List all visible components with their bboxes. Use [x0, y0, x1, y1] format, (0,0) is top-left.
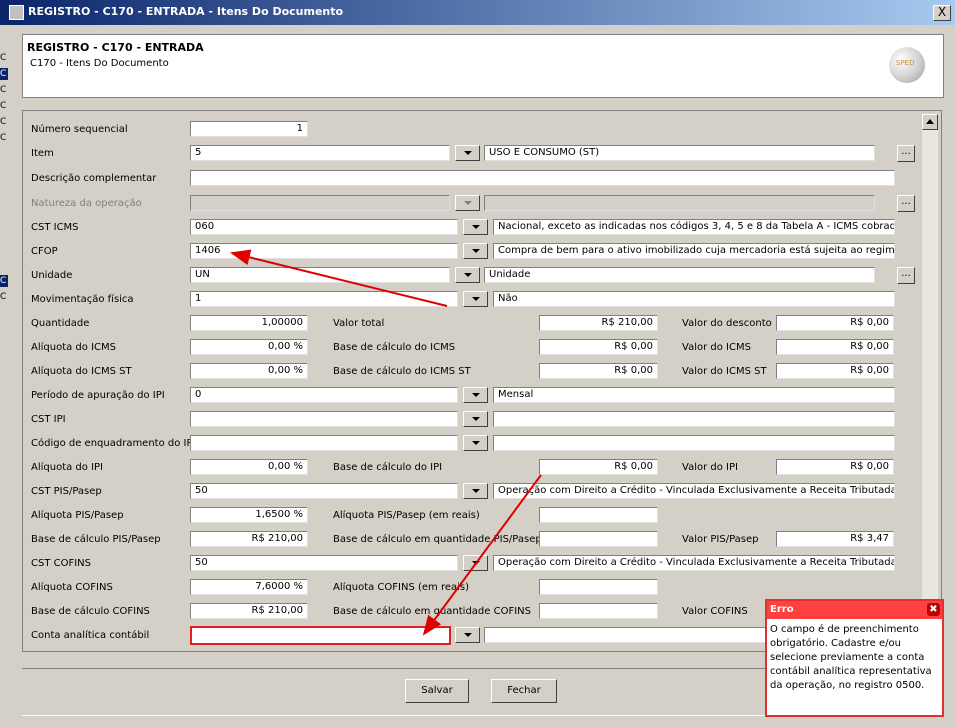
error-tooltip: Erro ✖ O campo é de preenchimento obriga… [765, 599, 944, 717]
error-close-icon[interactable]: ✖ [927, 603, 940, 616]
error-title: Erro [767, 601, 942, 619]
annotation-arrow-conta [422, 474, 542, 636]
error-message: O campo é de preenchimento obrigatório. … [770, 624, 932, 691]
annotation-arrow-cfop [230, 249, 448, 307]
